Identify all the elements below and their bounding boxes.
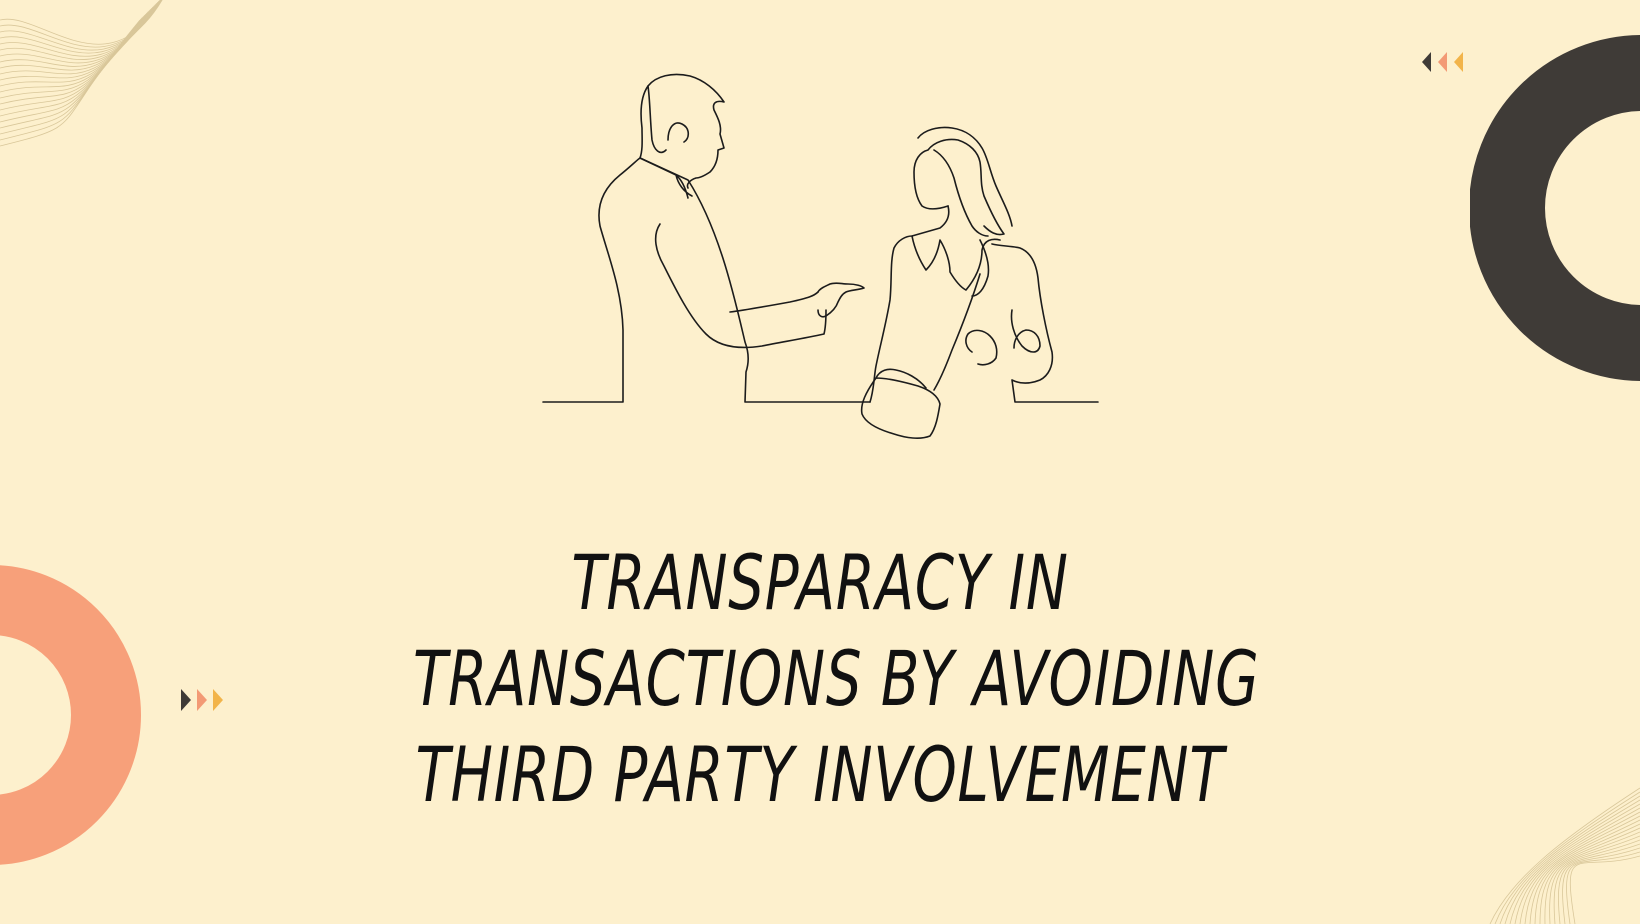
headline-line-2: TRANSACTIONS BY AVOIDING <box>413 634 1260 723</box>
wave-line <box>0 17 143 135</box>
wave-line <box>0 4 156 71</box>
bag-strap <box>933 273 981 391</box>
man-pointing-hand <box>817 282 865 318</box>
bottom-right-wave-lines <box>1489 787 1640 924</box>
man-arm <box>654 223 827 349</box>
wave-line <box>1534 823 1640 924</box>
wave-line <box>1569 855 1640 924</box>
man-hair <box>647 85 667 154</box>
dark-ring <box>1470 35 1640 381</box>
slide: TRANSPARACY IN TRANSACTIONS BY AVOIDING … <box>0 0 1640 924</box>
triple-chevron-left-icon <box>1422 52 1463 72</box>
wave-line <box>1539 827 1640 924</box>
woman-hand <box>965 309 1041 366</box>
wave-line <box>1566 851 1640 924</box>
top-left-wave-lines <box>0 0 163 147</box>
wave-line <box>0 11 149 105</box>
headline-line-3: THIRD PARTY INVOLVEMENT <box>415 730 1225 819</box>
triple-chevron-right-icon <box>181 689 223 711</box>
two-people-talking-line-art <box>542 73 1099 439</box>
man-ear <box>667 122 690 143</box>
slide-headline: TRANSPARACY IN TRANSACTIONS BY AVOIDING … <box>413 535 1260 823</box>
wave-line <box>0 12 148 111</box>
ground-line <box>542 157 871 403</box>
wave-line <box>0 5 155 75</box>
wave-line <box>0 7 153 87</box>
coral-ring <box>0 565 141 865</box>
headline-line-1: TRANSPARACY IN <box>571 538 1069 627</box>
wave-line <box>0 15 145 123</box>
woman-head <box>913 138 1005 236</box>
man-head <box>639 73 725 189</box>
